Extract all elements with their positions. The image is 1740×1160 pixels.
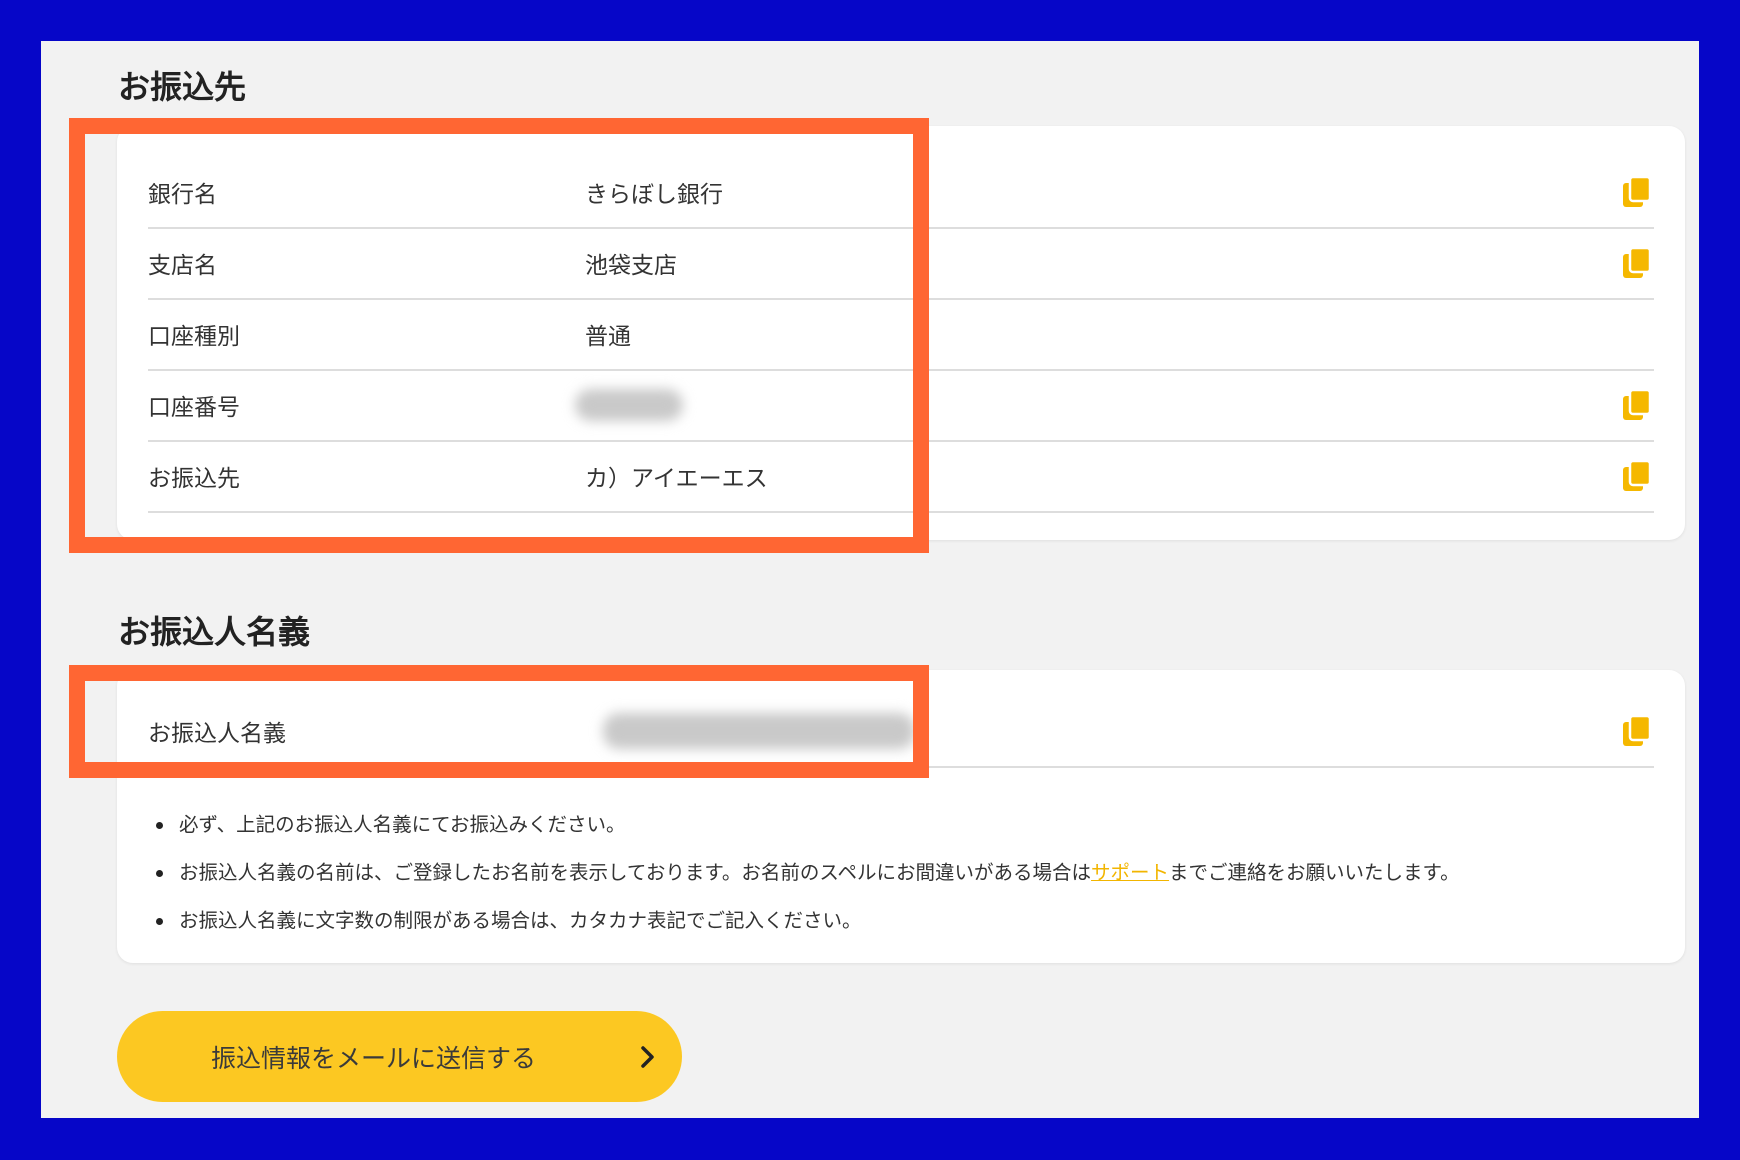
bank-name-value: きらぼし銀行: [585, 181, 723, 208]
bank-name-label: 銀行名: [148, 181, 217, 208]
payee-details-card: 銀行名 きらぼし銀行 支店名 池袋支店 口座種別 普通 口座番号 お振込先 カ）…: [117, 126, 1685, 540]
row-branch-name: 支店名 池袋支店: [148, 227, 1654, 300]
row-bank-name: 銀行名 きらぼし銀行: [148, 156, 1654, 229]
copy-icon[interactable]: [1620, 175, 1652, 209]
row-payee-name: お振込先 カ）アイエーエス: [148, 440, 1654, 513]
payer-name-value-blurred: [603, 712, 915, 749]
note-item: 必ず、上記のお振込人名義にてお振込みください。: [147, 801, 1655, 849]
account-type-value: 普通: [585, 323, 631, 350]
transfer-notes-list: 必ず、上記のお振込人名義にてお振込みください。 お振込人名義の名前は、ご登録した…: [147, 801, 1655, 945]
copy-icon[interactable]: [1620, 246, 1652, 280]
support-link[interactable]: サポート: [1091, 861, 1169, 884]
transfer-info-panel: お振込先 銀行名 きらぼし銀行 支店名 池袋支店 口座種別 普通 口座番号 お振…: [41, 41, 1699, 1118]
payee-section-title: お振込先: [118, 68, 247, 106]
note-item: お振込人名義に文字数の制限がある場合は、カタカナ表記でご記入ください。: [147, 897, 1655, 945]
copy-icon[interactable]: [1620, 388, 1652, 422]
account-number-value-blurred: [575, 388, 683, 421]
payer-section-title: お振込人名義: [118, 613, 311, 651]
row-account-type: 口座種別 普通: [148, 298, 1654, 371]
copy-icon[interactable]: [1620, 714, 1652, 748]
row-account-number: 口座番号: [148, 369, 1654, 442]
row-payer-name: お振込人名義: [148, 695, 1654, 768]
note-item: お振込人名義の名前は、ご登録したお名前を表示しております。お名前のスペルにお間違…: [147, 849, 1655, 897]
payer-name-label: お振込人名義: [148, 720, 286, 747]
send-by-email-button[interactable]: 振込情報をメールに送信する: [117, 1011, 682, 1102]
payer-details-card: お振込人名義 必ず、上記のお振込人名義にてお振込みください。 お振込人名義の名前…: [117, 670, 1685, 963]
send-by-email-label: 振込情報をメールに送信する: [211, 1043, 537, 1073]
account-number-label: 口座番号: [148, 394, 240, 421]
payee-name-value: カ）アイエーエス: [585, 465, 768, 492]
branch-name-value: 池袋支店: [585, 252, 677, 279]
branch-name-label: 支店名: [148, 252, 217, 279]
payee-name-label: お振込先: [148, 465, 240, 492]
chevron-right-icon: [636, 1044, 658, 1070]
copy-icon[interactable]: [1620, 459, 1652, 493]
account-type-label: 口座種別: [148, 323, 240, 350]
